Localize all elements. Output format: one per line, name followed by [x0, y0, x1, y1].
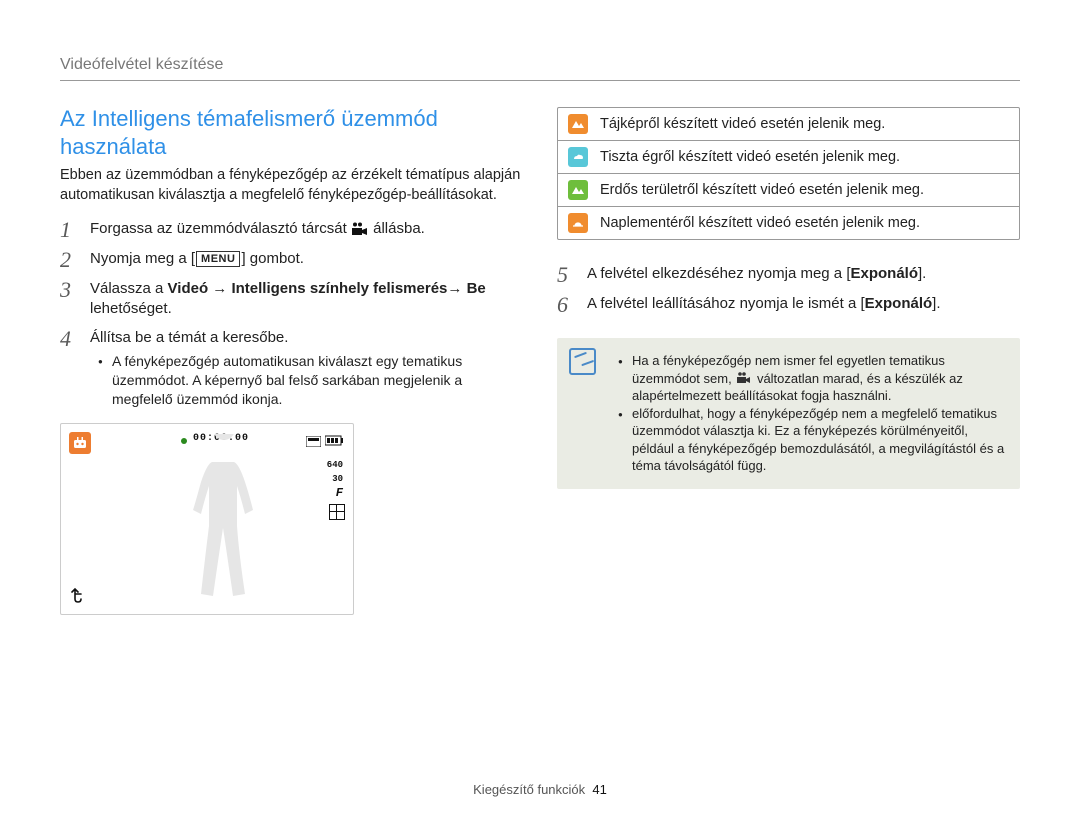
steps-left: 1 Forgassa az üzemmódválasztó tárcsát ál…: [60, 215, 523, 412]
page-number: 41: [592, 782, 606, 797]
text: Be: [467, 280, 486, 297]
text: ].: [932, 295, 940, 312]
note-icon: [569, 348, 596, 375]
step-number: 5: [557, 264, 577, 286]
page: Videófelvétel készítése Az Intelligens t…: [0, 0, 1080, 815]
camera-flash: F: [336, 486, 343, 500]
text: Válassza a: [90, 280, 168, 297]
text: állásba.: [369, 220, 425, 237]
step-3: 3 Válassza a Videó → Intelligens színhel…: [60, 275, 523, 324]
scene-row-forest: Erdős területről készített videó esetén …: [558, 173, 1019, 206]
scene-text: Naplementéről készített videó esetén jel…: [600, 215, 920, 231]
step-number: 2: [60, 249, 80, 271]
text: Exponáló: [850, 265, 918, 282]
step-4: 4 Állítsa be a témát a keresőbe. A fényk…: [60, 324, 523, 413]
sky-icon: [568, 147, 588, 167]
note-body: Ha a fényképezőgép nem ismer fel egyetle…: [610, 348, 1008, 475]
bullet: A fényképezőgép automatikusan kiválaszt …: [104, 352, 523, 409]
landscape-icon: [568, 114, 588, 134]
header-title: Videófelvétel készítése: [60, 56, 1020, 81]
intro-text: Ebben az üzemmódban a fényképezőgép az é…: [60, 166, 523, 205]
section-title: Az Intelligens témafelismerő üzemmód has…: [60, 105, 523, 160]
step-number: 6: [557, 294, 577, 316]
person-silhouette-icon: [179, 434, 269, 604]
scene-table: Tájképről készített videó esetén jelenik…: [557, 107, 1020, 240]
step-body: Forgassa az üzemmódválasztó tárcsát állá…: [90, 219, 523, 241]
note-bullets: Ha a fényképezőgép nem ismer fel egyetle…: [610, 352, 1008, 475]
text: Forgassa az üzemmódválasztó tárcsát: [90, 220, 351, 237]
step-5: 5 A felvétel elkezdéséhez nyomja meg a […: [557, 260, 1020, 290]
sunset-icon: [568, 213, 588, 233]
page-footer: Kiegészítő funkciók 41: [0, 782, 1080, 797]
step-body: A felvétel elkezdéséhez nyomja meg a [Ex…: [587, 264, 1020, 286]
step-number: 3: [60, 279, 80, 320]
camera-preview: 00:00:00 640 30 F: [60, 423, 354, 615]
camera-fps: 30: [332, 474, 343, 484]
text: Intelligens színhely felismerés: [231, 280, 447, 297]
step-body: A felvétel leállításához nyomja le ismét…: [587, 294, 1020, 316]
step-number: 4: [60, 328, 80, 409]
step-2: 2 Nyomja meg a [MENU] gombot.: [60, 245, 523, 275]
step-1: 1 Forgassa az üzemmódválasztó tárcsát ál…: [60, 215, 523, 245]
focus-box-icon: [329, 504, 345, 520]
columns: Az Intelligens témafelismerő üzemmód has…: [60, 105, 1020, 615]
step-number: 1: [60, 219, 80, 241]
hdr-icon: [306, 434, 321, 452]
text: Nyomja meg a: [90, 250, 191, 267]
scene-row-landscape: Tájképről készített videó esetén jelenik…: [558, 108, 1019, 140]
text: Videó: [168, 280, 209, 297]
text: Állítsa be a témát a keresőbe.: [90, 328, 523, 348]
text: ].: [918, 265, 926, 282]
step-6: 6 A felvétel leállításához nyomja le ism…: [557, 290, 1020, 320]
right-column: Tájképről készített videó esetén jelenik…: [557, 105, 1020, 615]
video-mode-icon: [352, 222, 368, 235]
steps-right: 5 A felvétel elkezdéséhez nyomja meg a […: [557, 260, 1020, 320]
scene-text: Erdős területről készített videó esetén …: [600, 182, 924, 198]
info-note: Ha a fényképezőgép nem ismer fel egyetle…: [557, 338, 1020, 489]
bullets: A fényképezőgép automatikusan kiválaszt …: [90, 352, 523, 409]
scene-text: Tájképről készített videó esetén jelenik…: [600, 116, 885, 132]
text: A felvétel leállításához nyomja le ismét…: [587, 295, 865, 312]
arrow: →: [447, 280, 466, 297]
text: gombot.: [246, 250, 304, 267]
footer-label: Kiegészítő funkciók: [473, 782, 585, 797]
text: lehetőséget.: [90, 300, 172, 317]
menu-key: MENU: [196, 251, 240, 267]
step-body: Válassza a Videó → Intelligens színhely …: [90, 279, 523, 320]
text: A felvétel elkezdéséhez nyomja meg a [: [587, 265, 850, 282]
step-body: Állítsa be a témát a keresőbe. A fénykép…: [90, 328, 523, 409]
forest-icon: [568, 180, 588, 200]
battery-icon: [325, 433, 345, 451]
note-bullet-1: Ha a fényképezőgép nem ismer fel egyetle…: [624, 352, 1008, 405]
image-stabilization-icon: [71, 587, 85, 606]
note-bullet-2: előfordulhat, hogy a fényképezőgép nem a…: [624, 405, 1008, 475]
camera-resolution: 640: [327, 460, 343, 470]
left-column: Az Intelligens témafelismerő üzemmód has…: [60, 105, 523, 615]
scene-row-sunset: Naplementéről készített videó esetén jel…: [558, 206, 1019, 239]
smart-scene-badge-icon: [69, 432, 91, 454]
text: Exponáló: [865, 295, 933, 312]
step-body: Nyomja meg a [MENU] gombot.: [90, 249, 523, 271]
arrow: →: [208, 280, 231, 297]
mode-default-icon: [737, 372, 751, 384]
scene-text: Tiszta égről készített videó esetén jele…: [600, 149, 900, 165]
scene-row-sky: Tiszta égről készített videó esetén jele…: [558, 140, 1019, 173]
